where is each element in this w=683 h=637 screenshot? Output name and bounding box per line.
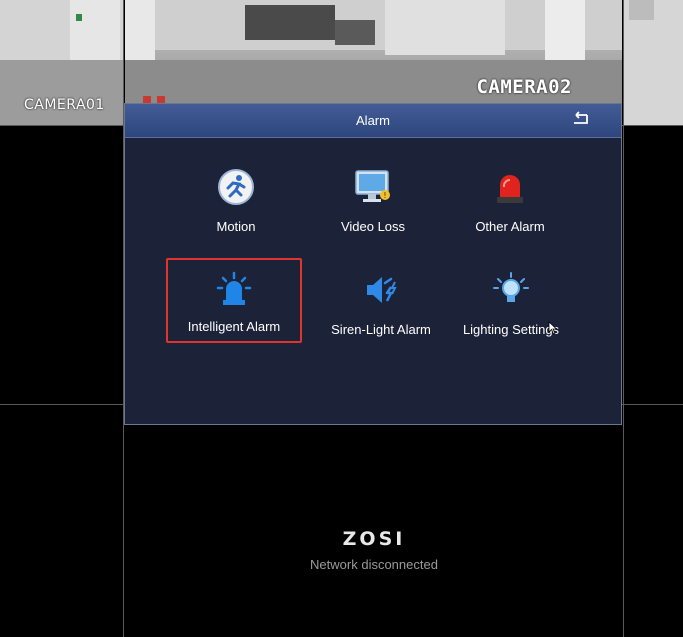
dialog-title: Alarm	[356, 113, 390, 128]
back-button[interactable]	[569, 110, 593, 130]
camera-02-label: CAMERA02	[476, 76, 572, 98]
monitor-warning-icon: !	[355, 170, 390, 202]
other-alarm-label: Other Alarm	[475, 219, 545, 234]
blue-siren-icon	[216, 271, 252, 305]
lighting-settings-label: Lighting Settings	[462, 322, 560, 337]
other-alarm-item[interactable]: Other Alarm	[442, 167, 578, 253]
camera-03-feed[interactable]	[624, 0, 683, 125]
camera-01-label: CAMERA01	[24, 97, 105, 113]
dialog-header: Alarm	[125, 104, 621, 138]
siren-light-alarm-item[interactable]: Siren-Light Alarm	[313, 270, 449, 356]
camera-01-feed[interactable]: CAMERA01	[0, 0, 123, 125]
svg-text:!: !	[383, 191, 386, 200]
intelligent-alarm-item[interactable]: Intelligent Alarm	[166, 258, 302, 343]
motion-label: Motion	[216, 219, 256, 234]
grid-divider	[622, 404, 683, 405]
video-loss-alarm-item[interactable]: ! Video Loss	[305, 167, 441, 253]
return-arrow-icon	[574, 111, 588, 124]
grid-divider	[0, 404, 124, 405]
video-loss-label: Video Loss	[340, 219, 406, 234]
alarm-dialog: Alarm Motion ! Video Loss Other Alarm In…	[124, 103, 622, 425]
mouse-cursor-icon	[548, 321, 558, 335]
red-siren-icon	[497, 175, 523, 203]
lightbulb-icon	[493, 272, 529, 302]
speaker-bolt-icon	[367, 277, 397, 303]
grid-divider	[622, 125, 683, 126]
running-man-icon	[218, 169, 254, 205]
network-status-text: Network disconnected	[310, 557, 438, 572]
camera-03-scene	[624, 0, 683, 125]
intelligent-alarm-label: Intelligent Alarm	[187, 319, 281, 334]
motion-alarm-item[interactable]: Motion	[168, 167, 304, 253]
lighting-settings-item[interactable]: Lighting Settings	[443, 270, 579, 356]
grid-divider	[0, 125, 124, 126]
zosi-logo: ZOSI	[342, 528, 406, 550]
camera-02-feed[interactable]: CAMERA02	[125, 0, 622, 103]
